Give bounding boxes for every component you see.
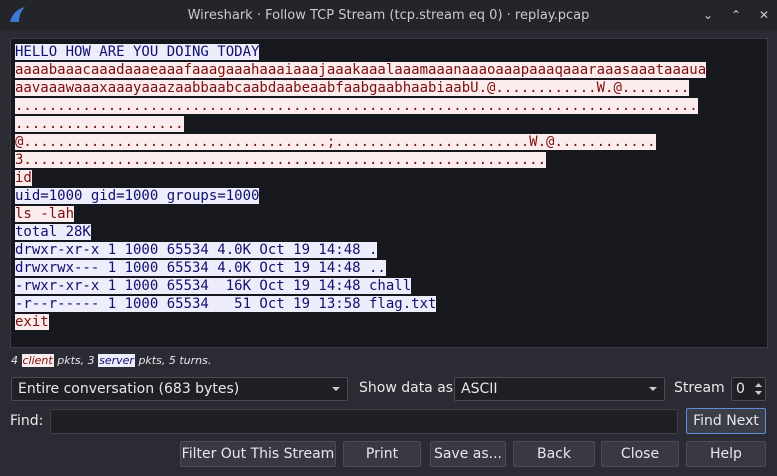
maximize-icon[interactable]: ⌃ — [729, 8, 743, 22]
window-title: Wireshark · Follow TCP Stream (tcp.strea… — [187, 7, 590, 23]
stream-line: aavaaawaaaxaaayaaazaabbaabcaabdaabeaabfa… — [15, 80, 690, 96]
stream-line: -rwxr-xr-x 1 1000 65534 16K Oct 19 14:48… — [15, 278, 412, 294]
spin-up-icon[interactable] — [754, 381, 763, 389]
spin-down-icon[interactable] — [754, 389, 763, 397]
window-controls: ⌄ ⌃ ✕ — [701, 0, 771, 30]
stream-line: drwxrwx--- 1 1000 65534 4.0K Oct 19 14:4… — [15, 260, 386, 276]
stream-lines: HELLO HOW ARE YOU DOING TODAY aaaabaaaca… — [15, 43, 707, 331]
show-data-select[interactable]: ASCII — [454, 377, 665, 401]
server-suffix: pkts, 5 turns. — [138, 354, 212, 367]
stream-line: -r--r----- 1 1000 65534 51 Oct 19 13:58 … — [15, 296, 437, 312]
stream-line: ........................................… — [15, 98, 698, 114]
stream-line: total 28K — [15, 224, 91, 240]
close-button[interactable]: Close — [601, 441, 679, 467]
title-bar: Wireshark · Follow TCP Stream (tcp.strea… — [0, 0, 777, 30]
client-suffix: pkts, 3 — [57, 354, 95, 367]
save-as-button[interactable]: Save as... — [430, 441, 506, 467]
print-button[interactable]: Print — [343, 441, 421, 467]
server-tag: server — [98, 354, 135, 367]
stream-line: .................... — [15, 116, 184, 132]
show-data-label: Show data as — [359, 380, 454, 396]
filter-out-stream-button[interactable]: Filter Out This Stream — [180, 441, 336, 467]
stream-label: Stream — [674, 380, 725, 396]
conversation-select-value: Entire conversation (683 bytes) — [18, 381, 240, 397]
chevron-down-icon — [332, 387, 340, 391]
minimize-icon[interactable]: ⌄ — [701, 8, 715, 22]
stream-line: @....................................;..… — [15, 134, 656, 150]
client-packet-count: 4 — [11, 354, 18, 367]
stream-content-view[interactable]: HELLO HOW ARE YOU DOING TODAY aaaabaaaca… — [10, 38, 768, 348]
close-window-icon[interactable]: ✕ — [757, 8, 771, 22]
conversation-select[interactable]: Entire conversation (683 bytes) — [11, 377, 348, 401]
back-button[interactable]: Back — [513, 441, 595, 467]
stream-line: id — [15, 170, 32, 186]
find-input[interactable] — [50, 409, 678, 434]
wireshark-fin-icon — [10, 7, 25, 22]
stream-number-spinbox[interactable]: 0 — [731, 377, 766, 401]
find-next-button[interactable]: Find Next — [686, 408, 766, 434]
stream-number-value: 0 — [736, 381, 745, 397]
stream-line: exit — [15, 314, 49, 330]
help-button[interactable]: Help — [686, 441, 766, 467]
packet-stats: 4 client pkts, 3 server pkts, 5 turns. — [11, 354, 211, 367]
stream-line: 3.......................................… — [15, 152, 547, 168]
show-data-select-value: ASCII — [461, 381, 498, 397]
stream-line: aaaabaaacaaadaaaeaaafaaagaaahaaaiaaajaaa… — [15, 62, 707, 78]
chevron-down-icon — [649, 387, 657, 391]
stream-line: ls -lah — [15, 206, 75, 222]
stream-line: drwxr-xr-x 1 1000 65534 4.0K Oct 19 14:4… — [15, 242, 378, 258]
find-label: Find: — [10, 413, 44, 429]
stream-line: HELLO HOW ARE YOU DOING TODAY — [15, 44, 260, 60]
client-tag: client — [21, 354, 54, 367]
stream-line: uid=1000 gid=1000 groups=1000 — [15, 188, 260, 204]
